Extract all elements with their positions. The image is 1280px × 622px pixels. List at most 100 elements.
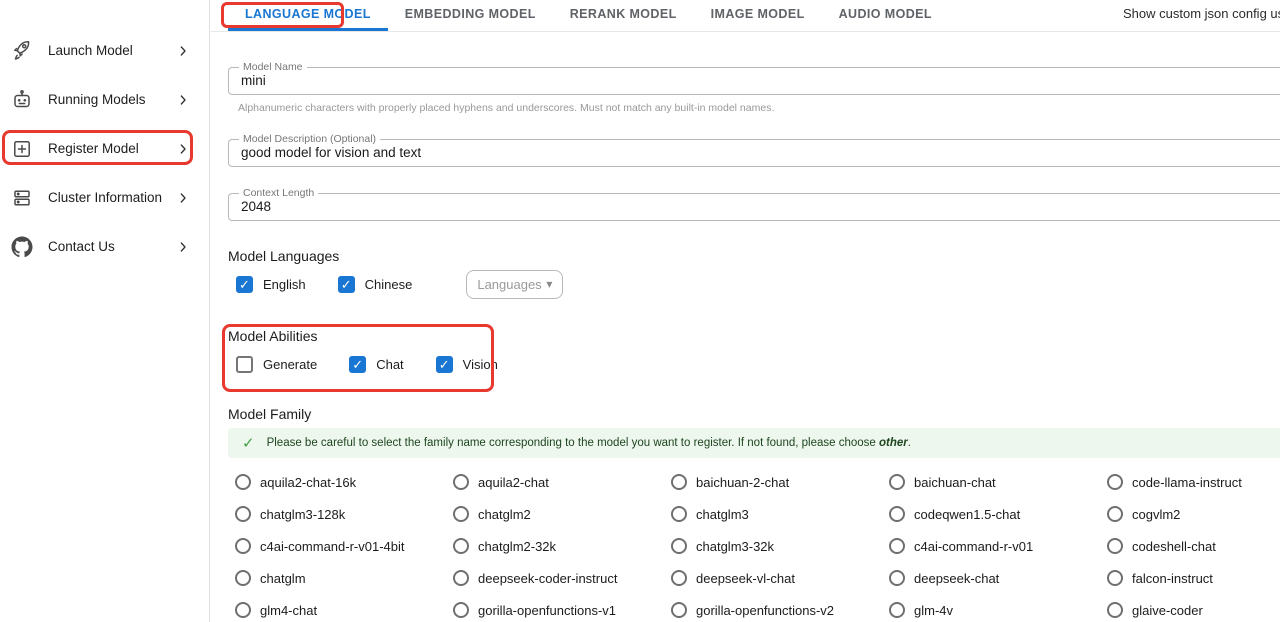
model-name-field[interactable]: Model Name mini bbox=[228, 67, 1280, 95]
languages-select[interactable]: Languages ▾ bbox=[466, 270, 563, 299]
context-length-field[interactable]: Context Length 2048 bbox=[228, 193, 1280, 221]
model-family-option[interactable]: chatglm3-128k bbox=[235, 498, 453, 530]
radio-icon[interactable] bbox=[1107, 602, 1123, 618]
model-family-option[interactable]: c4ai-command-r-v01-4bit bbox=[235, 530, 453, 562]
checkbox-label: Vision bbox=[463, 357, 498, 372]
radio-label: baichuan-2-chat bbox=[696, 475, 789, 490]
ability-checkbox-option[interactable]: ✓ Vision bbox=[436, 356, 498, 373]
radio-icon[interactable] bbox=[453, 474, 469, 490]
radio-label: chatglm3-32k bbox=[696, 539, 774, 554]
radio-icon[interactable] bbox=[453, 538, 469, 554]
model-family-option[interactable]: aquila2-chat bbox=[453, 466, 671, 498]
model-family-option[interactable]: chatglm bbox=[235, 562, 453, 594]
radio-icon[interactable] bbox=[671, 538, 687, 554]
model-family-option[interactable]: baichuan-chat bbox=[889, 466, 1107, 498]
model-languages-checkbox-group: ✓ English ✓ Chinese bbox=[236, 276, 444, 293]
radio-icon[interactable] bbox=[453, 602, 469, 618]
sidebar-item-cluster-information[interactable]: Cluster Information bbox=[0, 173, 209, 222]
model-family-option[interactable]: codeshell-chat bbox=[1107, 530, 1280, 562]
checkbox-label: English bbox=[263, 277, 306, 292]
chevron-right-icon bbox=[175, 92, 191, 108]
model-type-tab[interactable]: IMAGE MODEL bbox=[694, 0, 822, 31]
model-family-option[interactable]: chatglm2-32k bbox=[453, 530, 671, 562]
context-length-value: 2048 bbox=[229, 194, 1280, 220]
sidebar-item-running-models[interactable]: Running Models bbox=[0, 75, 209, 124]
model-family-option[interactable]: glaive-coder bbox=[1107, 594, 1280, 622]
model-family-option[interactable]: gorilla-openfunctions-v2 bbox=[671, 594, 889, 622]
radio-icon[interactable] bbox=[889, 474, 905, 490]
context-length-label: Context Length bbox=[239, 187, 318, 200]
radio-icon[interactable] bbox=[235, 474, 251, 490]
model-name-label: Model Name bbox=[239, 61, 307, 74]
checkbox-icon[interactable]: ✓ bbox=[338, 276, 355, 293]
model-description-field[interactable]: Model Description (Optional) good model … bbox=[228, 139, 1280, 167]
model-family-option[interactable]: code-llama-instruct bbox=[1107, 466, 1280, 498]
model-type-tab[interactable]: RERANK MODEL bbox=[553, 0, 694, 31]
model-family-option[interactable]: glm4-chat bbox=[235, 594, 453, 622]
radio-icon[interactable] bbox=[1107, 506, 1123, 522]
model-family-option[interactable]: chatglm3 bbox=[671, 498, 889, 530]
sidebar-item-contact-us[interactable]: Contact Us bbox=[0, 222, 209, 271]
radio-icon[interactable] bbox=[671, 506, 687, 522]
radio-icon[interactable] bbox=[889, 538, 905, 554]
model-family-option[interactable]: codeqwen1.5-chat bbox=[889, 498, 1107, 530]
model-name-value: mini bbox=[229, 68, 1280, 94]
model-languages-row: ✓ English ✓ Chinese Languages ▾ bbox=[228, 272, 1280, 296]
radio-icon[interactable] bbox=[889, 602, 905, 618]
show-custom-json-config-link[interactable]: Show custom json config used b bbox=[1123, 6, 1280, 21]
ability-checkbox-option[interactable]: ✓ Generate bbox=[236, 356, 317, 373]
model-family-option[interactable]: glm-4v bbox=[889, 594, 1107, 622]
checkbox-icon[interactable]: ✓ bbox=[236, 356, 253, 373]
radio-icon[interactable] bbox=[235, 570, 251, 586]
language-checkbox-option[interactable]: ✓ Chinese bbox=[338, 276, 413, 293]
sidebar-item-register-model[interactable]: Register Model bbox=[0, 124, 209, 173]
model-family-options-grid: aquila2-chat-16k aquila2-chat baichuan-2… bbox=[235, 466, 1280, 622]
model-type-tab[interactable]: AUDIO MODEL bbox=[822, 0, 949, 31]
model-description-value: good model for vision and text bbox=[229, 140, 1280, 166]
robot-icon bbox=[10, 88, 34, 112]
sidebar: Launch Model Running Models bbox=[0, 0, 210, 622]
model-family-option[interactable]: gorilla-openfunctions-v1 bbox=[453, 594, 671, 622]
dropdown-caret-icon: ▾ bbox=[546, 277, 552, 291]
radio-icon[interactable] bbox=[1107, 474, 1123, 490]
radio-icon[interactable] bbox=[235, 538, 251, 554]
radio-label: chatglm bbox=[260, 571, 306, 586]
radio-icon[interactable] bbox=[1107, 538, 1123, 554]
model-type-tab[interactable]: LANGUAGE MODEL bbox=[228, 0, 388, 31]
model-family-option[interactable]: baichuan-2-chat bbox=[671, 466, 889, 498]
language-checkbox-option[interactable]: ✓ English bbox=[236, 276, 306, 293]
radio-label: c4ai-command-r-v01 bbox=[914, 539, 1033, 554]
model-family-option[interactable]: aquila2-chat-16k bbox=[235, 466, 453, 498]
radio-icon[interactable] bbox=[889, 506, 905, 522]
model-type-tab[interactable]: EMBEDDING MODEL bbox=[388, 0, 553, 31]
radio-icon[interactable] bbox=[889, 570, 905, 586]
radio-icon[interactable] bbox=[235, 506, 251, 522]
ability-checkbox-option[interactable]: ✓ Chat bbox=[349, 356, 403, 373]
radio-icon[interactable] bbox=[671, 474, 687, 490]
radio-icon[interactable] bbox=[453, 570, 469, 586]
model-family-option[interactable]: deepseek-chat bbox=[889, 562, 1107, 594]
radio-icon[interactable] bbox=[235, 602, 251, 618]
model-family-option[interactable]: c4ai-command-r-v01 bbox=[889, 530, 1107, 562]
app-window: Launch Model Running Models bbox=[0, 0, 1280, 622]
checkbox-icon[interactable]: ✓ bbox=[349, 356, 366, 373]
radio-label: aquila2-chat-16k bbox=[260, 475, 356, 490]
model-family-option[interactable]: chatglm2 bbox=[453, 498, 671, 530]
model-family-option[interactable]: cogvlm2 bbox=[1107, 498, 1280, 530]
radio-icon[interactable] bbox=[671, 570, 687, 586]
model-family-option[interactable]: deepseek-vl-chat bbox=[671, 562, 889, 594]
radio-icon[interactable] bbox=[1107, 570, 1123, 586]
model-family-option[interactable]: chatglm3-32k bbox=[671, 530, 889, 562]
sidebar-item-launch-model[interactable]: Launch Model bbox=[0, 26, 209, 75]
checkbox-icon[interactable]: ✓ bbox=[436, 356, 453, 373]
model-description-label: Model Description (Optional) bbox=[239, 133, 380, 146]
radio-label: chatglm2-32k bbox=[478, 539, 556, 554]
add-box-icon bbox=[10, 137, 34, 161]
model-family-option[interactable]: deepseek-coder-instruct bbox=[453, 562, 671, 594]
checkbox-icon[interactable]: ✓ bbox=[236, 276, 253, 293]
radio-icon[interactable] bbox=[453, 506, 469, 522]
model-family-option[interactable]: falcon-instruct bbox=[1107, 562, 1280, 594]
radio-icon[interactable] bbox=[671, 602, 687, 618]
radio-label: cogvlm2 bbox=[1132, 507, 1180, 522]
cluster-icon bbox=[10, 186, 34, 210]
